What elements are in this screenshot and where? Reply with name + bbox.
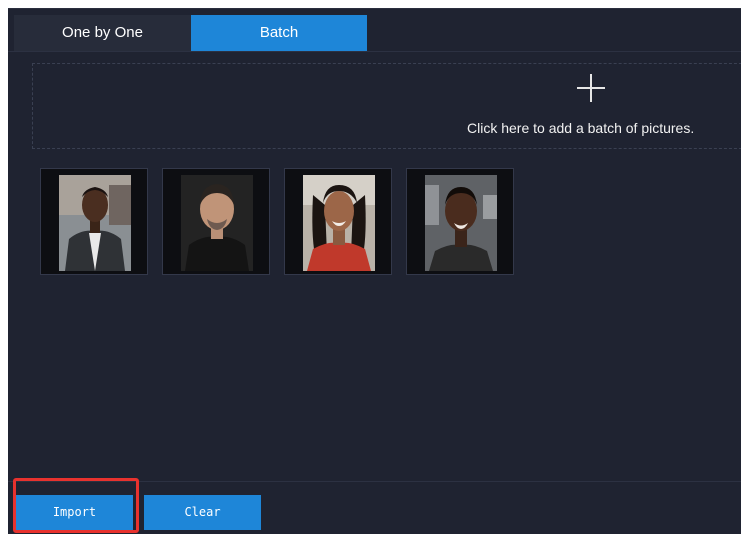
thumbnail-item[interactable] (40, 168, 148, 275)
thumbnail-item[interactable] (406, 168, 514, 275)
tab-one-by-one[interactable]: One by One (14, 15, 191, 51)
footer-toolbar: Import Clear (8, 481, 741, 536)
batch-upload-dropzone[interactable]: Click here to add a batch of pictures. (32, 63, 741, 149)
thumbnail-item[interactable] (284, 168, 392, 275)
face-photo-2 (181, 175, 253, 271)
batch-import-panel: One by One Batch Click here to add a bat… (8, 8, 741, 534)
tab-batch[interactable]: Batch (191, 15, 367, 51)
clear-button[interactable]: Clear (144, 495, 261, 530)
tab-bar: One by One Batch (8, 9, 741, 52)
face-photo-3 (303, 175, 375, 271)
plus-icon[interactable] (577, 74, 605, 102)
dropzone-label: Click here to add a batch of pictures. (467, 120, 695, 136)
thumbnail-item[interactable] (162, 168, 270, 275)
face-photo-1 (59, 175, 131, 271)
face-photo-4 (425, 175, 497, 271)
import-button[interactable]: Import (16, 495, 133, 530)
